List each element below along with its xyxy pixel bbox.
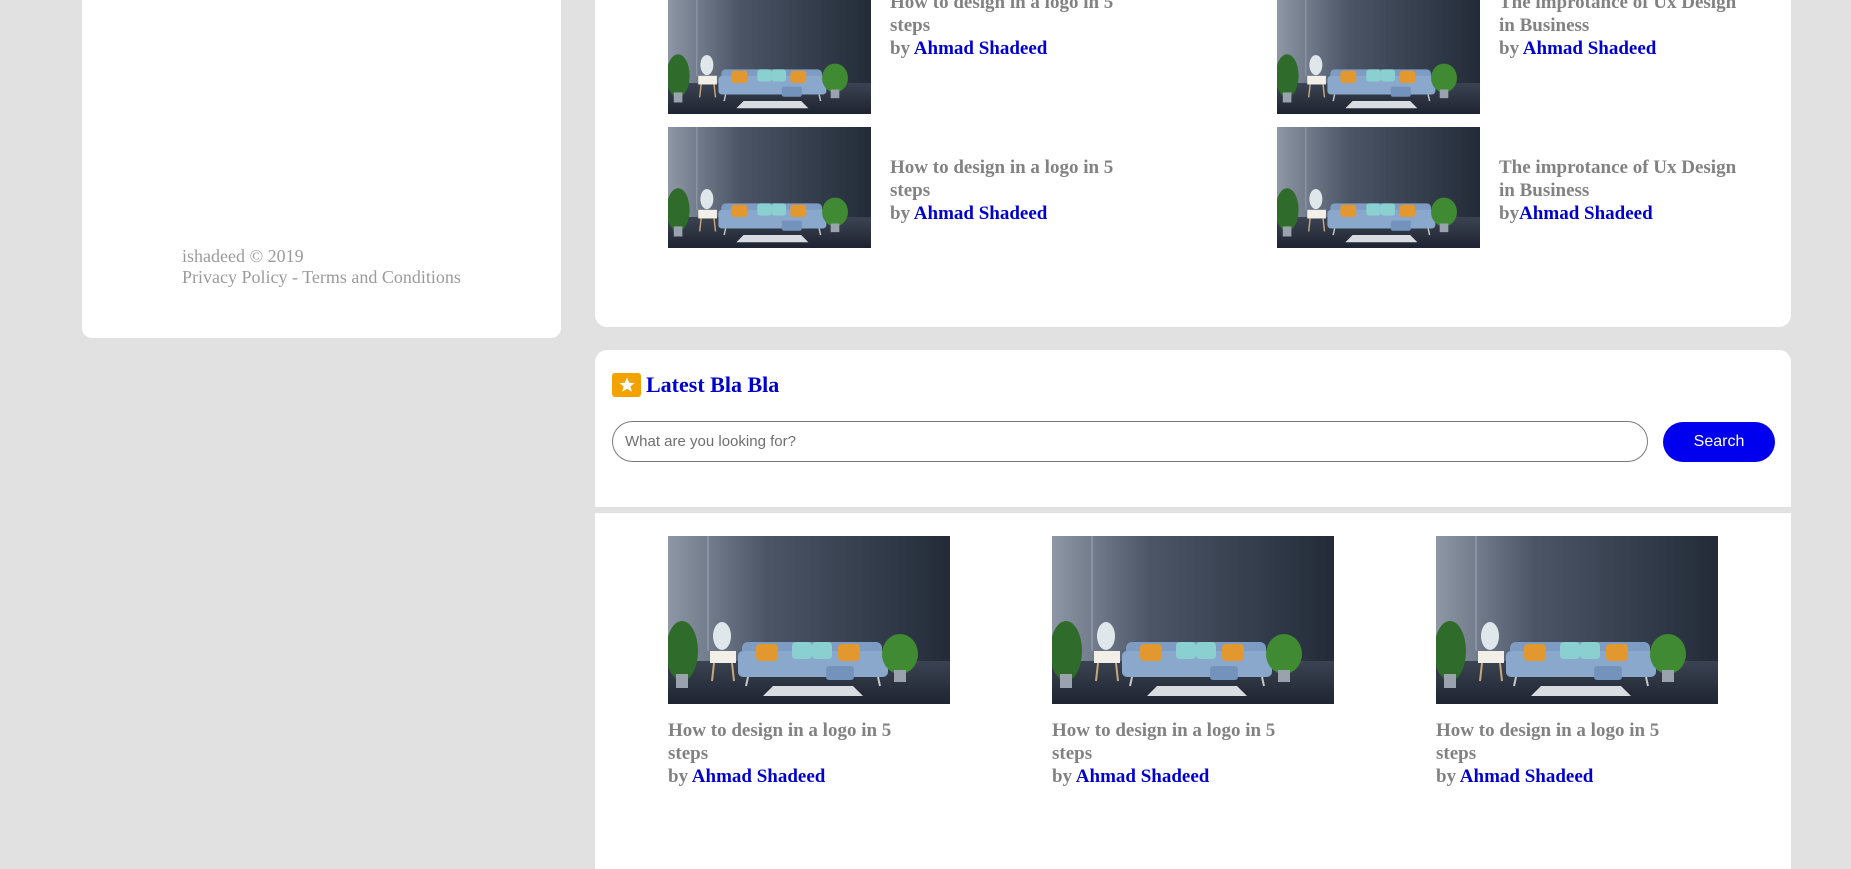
post-title[interactable]: The improtance of Ux Design in Business — [1499, 157, 1736, 201]
post-author-link[interactable]: Ahmad Shadeed — [1519, 203, 1653, 224]
post-author-link[interactable]: Ahmad Shadeed — [914, 38, 1048, 59]
post-title[interactable]: How to design in a logo in 5 steps — [1052, 720, 1275, 764]
post-by: by — [1052, 766, 1076, 787]
post-by: by — [1436, 766, 1460, 787]
post-by: by — [890, 38, 914, 59]
copyright-text: ishadeed © 2019 — [182, 246, 304, 266]
post-thumbnail[interactable] — [1277, 0, 1480, 114]
terms-link[interactable]: Terms and Conditions — [302, 267, 461, 287]
latest-posts-grid: How to design in a logo in 5 steps by Ah… — [595, 513, 1791, 869]
post-author-link[interactable]: Ahmad Shadeed — [1076, 766, 1210, 787]
post-by: by — [890, 203, 914, 224]
privacy-policy-link[interactable]: Privacy Policy — [182, 267, 288, 287]
post-author-link[interactable]: Ahmad Shadeed — [1523, 38, 1657, 59]
post-thumbnail[interactable] — [668, 0, 871, 114]
post-title[interactable]: How to design in a logo in 5 steps — [668, 720, 891, 764]
post-title[interactable]: How to design in a logo in 5 steps — [1436, 720, 1659, 764]
post-thumbnail[interactable] — [1436, 536, 1718, 704]
footer-separator: - — [287, 267, 303, 287]
grid-post-item[interactable]: How to design in a logo in 5 steps by Ah… — [1436, 536, 1718, 788]
search-button[interactable]: Search — [1663, 422, 1775, 462]
star-icon — [612, 373, 641, 397]
grid-post-item[interactable]: How to design in a logo in 5 steps by Ah… — [668, 536, 950, 788]
post-title[interactable]: How to design in a logo in 5 steps — [890, 157, 1113, 201]
post-by: by — [1499, 203, 1520, 224]
post-thumbnail[interactable] — [668, 127, 871, 248]
post-thumbnail[interactable] — [668, 536, 950, 704]
grid-post-item[interactable]: How to design in a logo in 5 steps by Ah… — [1052, 536, 1334, 788]
post-author-link[interactable]: Ahmad Shadeed — [914, 203, 1048, 224]
featured-posts-card: How to design in a logo in 5 steps by Ah… — [595, 0, 1791, 327]
search-card: Latest Bla Bla Search — [595, 350, 1791, 507]
search-input[interactable] — [612, 421, 1648, 462]
post-title[interactable]: The improtance of Ux Design in Business — [1499, 0, 1736, 36]
post-by: by — [1499, 38, 1523, 59]
post-by: by — [668, 766, 692, 787]
post-author-link[interactable]: Ahmad Shadeed — [1460, 766, 1594, 787]
post-thumbnail[interactable] — [1277, 127, 1480, 248]
post-thumbnail[interactable] — [1052, 536, 1334, 704]
footer: ishadeed © 2019 Privacy Policy - Terms a… — [182, 246, 461, 288]
post-author-link[interactable]: Ahmad Shadeed — [692, 766, 826, 787]
post-title[interactable]: How to design in a logo in 5 steps — [890, 0, 1113, 36]
section-title-text: Latest Bla Bla — [646, 372, 780, 397]
sidebar-panel: ishadeed © 2019 Privacy Policy - Terms a… — [82, 0, 561, 338]
section-title: Latest Bla Bla — [612, 372, 779, 398]
